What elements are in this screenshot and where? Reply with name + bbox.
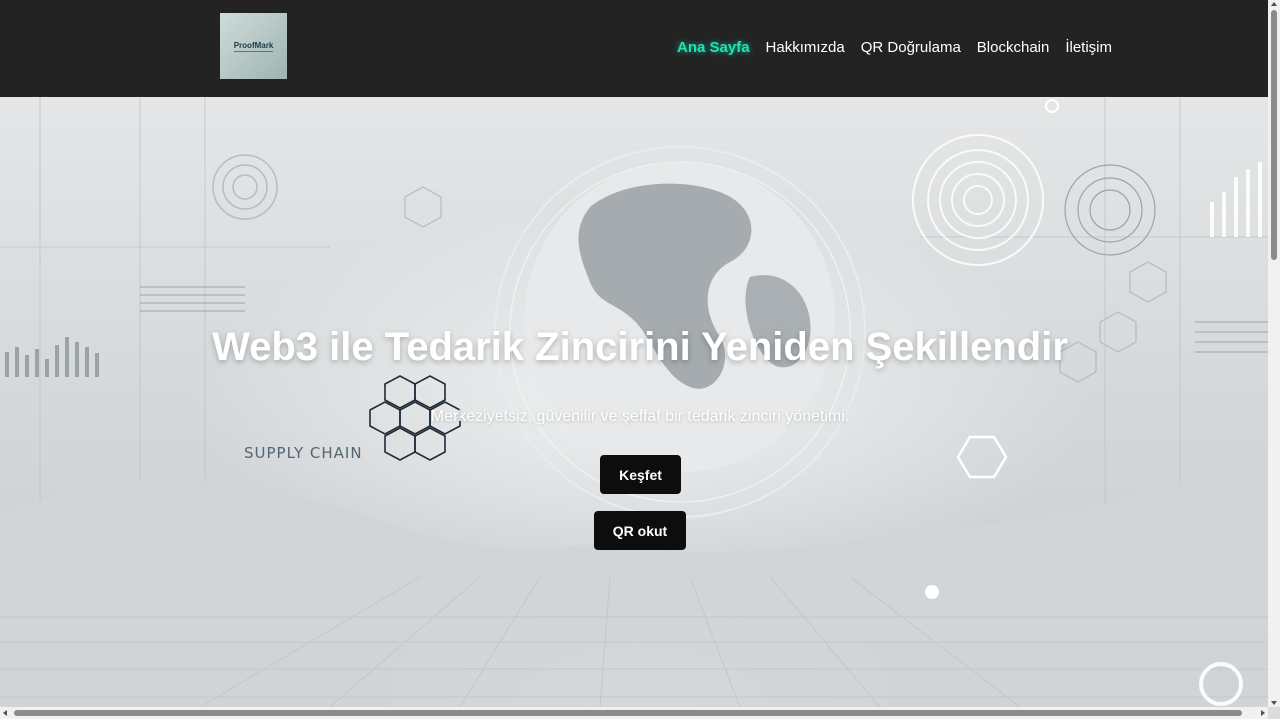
nav-item-contact[interactable]: İletişim	[1065, 38, 1112, 58]
scroll-down-icon[interactable]	[1271, 701, 1277, 705]
explore-button[interactable]: Keşfet	[600, 455, 681, 494]
hero-section: SUPPLY CHAIN Web3 ile Tedarik Zincirini …	[0, 97, 1268, 707]
qr-scan-button[interactable]: QR okut	[594, 511, 686, 550]
horizontal-scroll-thumb[interactable]	[14, 710, 1242, 716]
loading-ring-icon	[1199, 662, 1243, 706]
nav-item-qr-verification[interactable]: QR Doğrulama	[861, 38, 961, 58]
scrollbar-corner	[1268, 707, 1280, 719]
hero-background-illustration	[0, 97, 1268, 707]
supply-chain-label: SUPPLY CHAIN	[244, 444, 363, 462]
hero-subtitle: Merkeziyetsiz, güvenilir ve şeffaf bir t…	[430, 408, 850, 425]
vertical-scrollbar[interactable]	[1268, 0, 1280, 707]
vertical-scroll-thumb[interactable]	[1271, 10, 1277, 260]
scroll-up-icon[interactable]	[1271, 2, 1277, 6]
nav-item-blockchain[interactable]: Blockchain	[977, 38, 1050, 58]
nav-item-home[interactable]: Ana Sayfa	[677, 38, 750, 58]
logo[interactable]: ProofMark	[220, 13, 287, 79]
nav-item-about[interactable]: Hakkımızda	[766, 38, 845, 58]
scroll-right-icon[interactable]	[1261, 710, 1265, 716]
logo-text: ProofMark	[233, 40, 274, 52]
nav-menu: Ana Sayfa Hakkımızda QR Doğrulama Blockc…	[677, 38, 1128, 58]
navbar: ProofMark Ana Sayfa Hakkımızda QR Doğrul…	[0, 0, 1268, 97]
hero-title: Web3 ile Tedarik Zincirini Yeniden Şekil…	[212, 325, 1068, 369]
horizontal-scrollbar[interactable]	[0, 707, 1268, 719]
scroll-left-icon[interactable]	[3, 710, 7, 716]
